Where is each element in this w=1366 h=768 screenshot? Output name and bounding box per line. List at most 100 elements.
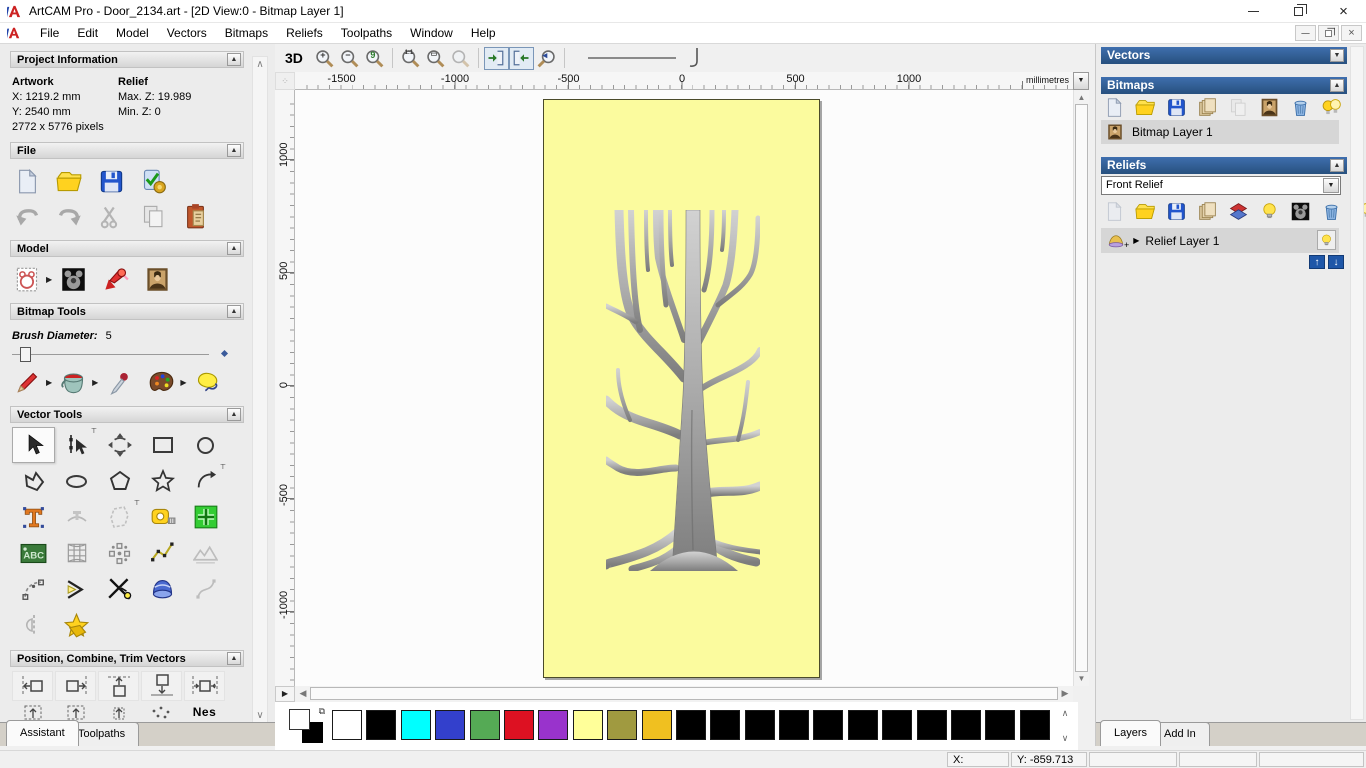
colour-shape-icon[interactable] [194,369,221,396]
mirror-vectors-tool[interactable] [12,607,55,643]
create-rectangle-tool[interactable] [141,427,184,463]
color-swatch-12[interactable] [744,710,775,740]
envelope-distort-tool[interactable] [55,535,98,571]
open-relief-layer-icon[interactable] [1135,201,1156,222]
scroll-right-icon[interactable]: ▶ [1057,686,1073,702]
scatter-copies-button[interactable] [141,705,182,720]
flyout-arrow-icon[interactable]: ▶ [92,378,98,387]
transform-vectors-tool[interactable] [98,427,141,463]
greyscale-from-model-icon[interactable] [14,266,41,293]
canvas-horizontal-scrollbar[interactable]: ◀ ▶ [295,686,1073,702]
extrude-tool[interactable] [141,571,184,607]
center-both-button[interactable] [98,705,139,720]
palette-scroll-up-icon[interactable]: ∧ [1058,708,1072,719]
line-width-slider[interactable] [587,48,676,68]
create-text-tool[interactable] [12,499,55,535]
text-block-tool[interactable] [12,535,55,571]
create-polygon-tool[interactable] [98,463,141,499]
collapse-button[interactable]: ▲ [1330,159,1344,172]
light-shading-icon[interactable] [102,266,129,293]
expander-arrow-icon[interactable]: ▶ [1133,236,1139,245]
artboard-yellow[interactable] [543,99,820,678]
color-swatch-1[interactable] [366,710,397,740]
color-swatch-15[interactable] [847,710,878,740]
notes-icon[interactable] [182,203,209,230]
select-vectors-tool[interactable] [12,427,55,463]
restore-button[interactable] [1276,0,1321,23]
color-swatch-18[interactable] [951,710,982,740]
palette-scroll-down-icon[interactable]: ∨ [1058,733,1072,744]
collapse-button[interactable]: ▲ [227,652,241,665]
move-layer-up-button[interactable]: ↑ [1309,255,1325,269]
primary-secondary-color-indicator[interactable]: ⧉ [289,706,325,743]
flyout-arrow-icon[interactable]: ▶ [46,275,52,284]
transfer-layer-icon[interactable] [1228,201,1249,222]
vector-texture-tool[interactable] [184,535,227,571]
save-bitmap-layer-icon[interactable] [1166,97,1187,118]
menu-edit[interactable]: Edit [68,24,107,42]
menu-vectors[interactable]: Vectors [158,24,216,42]
color-swatch-5[interactable] [503,710,534,740]
menu-toolpaths[interactable]: Toolpaths [332,24,401,42]
texture-model-icon[interactable] [144,266,171,293]
assistant-scrollbar[interactable]: ∧ ∨ [252,56,268,724]
spline-tool[interactable] [184,571,227,607]
move-layer-down-button[interactable]: ↓ [1328,255,1344,269]
greyscale-from-relief-icon[interactable] [1290,201,1311,222]
delete-layer-icon[interactable] [1290,97,1311,118]
section-position-combine-trim[interactable]: Position, Combine, Trim Vectors ▲ [10,650,244,667]
new-bitmap-layer-icon[interactable] [1104,97,1125,118]
section-model[interactable]: Model ▲ [10,240,244,257]
primary-color-chip[interactable] [289,709,310,730]
pane-splitter-button[interactable]: ▶ [275,686,295,702]
child-restore-button[interactable] [1318,25,1339,41]
section-project-information[interactable]: Project Information ▲ [10,51,244,68]
undo-icon[interactable] [14,203,41,230]
color-swatch-14[interactable] [813,710,844,740]
block-copy-tool[interactable] [98,535,141,571]
right-panel-scrollbar[interactable] [1350,46,1364,720]
drawing-canvas[interactable] [295,90,1073,686]
paint-icon[interactable] [14,369,41,396]
ruler-units-dropdown[interactable]: ▼ [1073,72,1089,90]
paste-icon[interactable] [140,203,167,230]
model-properties-icon[interactable] [140,168,167,195]
align-bottom-button[interactable] [141,671,182,701]
color-swatch-17[interactable] [916,710,947,740]
create-polyline-tool[interactable] [12,463,55,499]
scroll-up-icon[interactable]: ∧ [253,59,267,70]
color-swatch-19[interactable] [985,710,1016,740]
fit-arcs-tool[interactable] [12,571,55,607]
menu-reliefs[interactable]: Reliefs [277,24,332,42]
measure-tool[interactable] [141,499,184,535]
scroll-down-icon[interactable]: ▼ [1074,674,1089,683]
align-right-button[interactable] [55,671,96,701]
toggle-all-visibility-icon[interactable] [1321,97,1342,118]
relief-visibility-icon[interactable] [1259,201,1280,222]
greyscale-layer-icon[interactable] [1228,97,1249,118]
tab-layers[interactable]: Layers [1100,720,1162,746]
menu-window[interactable]: Window [401,24,462,42]
create-arc-tool[interactable]: ⊤ [184,463,227,499]
slider-thumb[interactable] [20,347,31,362]
snap-right-button[interactable] [508,46,534,70]
scrollbar-thumb[interactable] [310,687,1058,700]
pan-zoom-button[interactable]: ◂ [534,47,559,70]
center-in-page-button[interactable] [12,705,53,720]
scroll-left-icon[interactable]: ◀ [295,686,311,702]
create-ellipse-tool[interactable] [55,463,98,499]
color-swatch-8[interactable] [607,710,638,740]
menu-bitmaps[interactable]: Bitmaps [216,24,277,42]
delete-relief-layer-icon[interactable] [1321,201,1342,222]
child-close-button[interactable]: × [1341,25,1362,41]
paste-along-curve-tool[interactable] [141,535,184,571]
zoom-selection-button[interactable] [448,47,473,70]
color-swatch-20[interactable] [1019,710,1050,740]
toggle-3d-view-button[interactable]: 3D [285,50,303,66]
zoom-1to1-button[interactable]: 1:1 [398,47,423,70]
menu-file[interactable]: File [31,24,68,42]
slider-track[interactable] [12,354,209,355]
color-swatch-16[interactable] [882,710,913,740]
collapse-button[interactable]: ▲ [227,144,241,157]
canvas-vertical-scrollbar[interactable]: ▲ ▼ [1073,90,1089,686]
